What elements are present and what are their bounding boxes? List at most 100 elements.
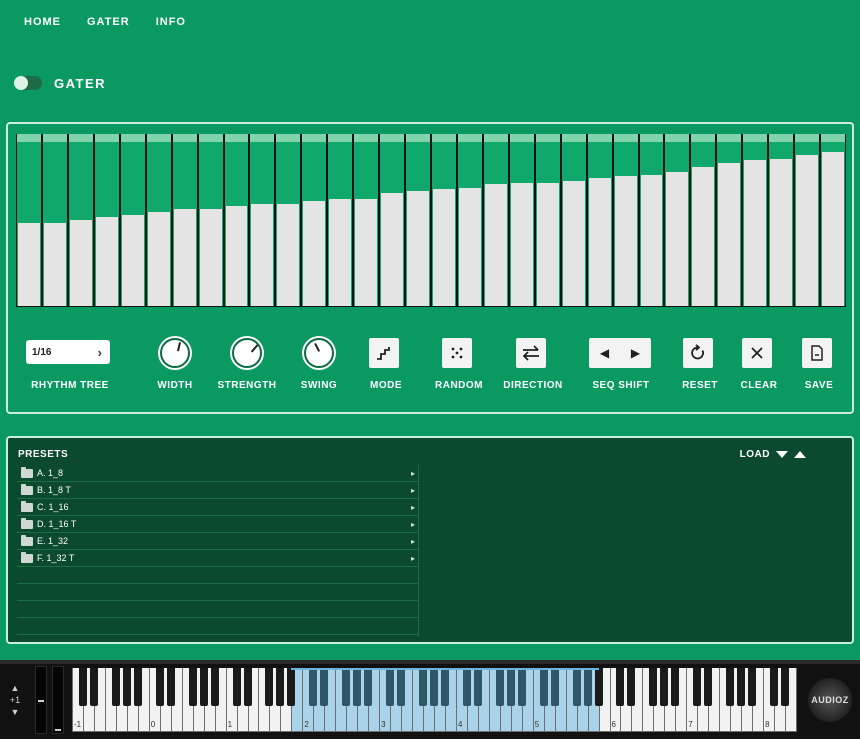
black-key[interactable] xyxy=(166,668,175,706)
black-key[interactable] xyxy=(89,668,98,706)
black-key[interactable] xyxy=(364,668,373,706)
black-key[interactable] xyxy=(594,668,603,706)
black-key[interactable] xyxy=(737,668,746,706)
black-key[interactable] xyxy=(78,668,87,706)
nav-home[interactable]: HOME xyxy=(24,16,61,28)
black-key[interactable] xyxy=(462,668,471,706)
nav-info[interactable]: INFO xyxy=(156,16,186,28)
black-key[interactable] xyxy=(649,668,658,706)
black-key[interactable] xyxy=(309,668,318,706)
black-key[interactable] xyxy=(781,668,790,706)
octave-down-icon[interactable]: ▼ xyxy=(4,706,26,718)
step-20[interactable] xyxy=(509,134,534,306)
black-key[interactable] xyxy=(583,668,592,706)
step-24[interactable] xyxy=(613,134,638,306)
black-key[interactable] xyxy=(188,668,197,706)
black-key[interactable] xyxy=(495,668,504,706)
preset-item[interactable]: B. 1_8 T ▸ xyxy=(17,482,419,499)
black-key[interactable] xyxy=(660,668,669,706)
step-5[interactable] xyxy=(120,134,145,306)
octave-up-icon[interactable]: ▲ xyxy=(4,682,26,694)
black-key[interactable] xyxy=(726,668,735,706)
black-key[interactable] xyxy=(386,668,395,706)
black-key[interactable] xyxy=(342,668,351,706)
preset-item[interactable]: E. 1_32 ▸ xyxy=(17,533,419,550)
black-key[interactable] xyxy=(539,668,548,706)
load-control[interactable]: LOAD xyxy=(740,449,806,460)
black-key[interactable] xyxy=(440,668,449,706)
triangle-up-icon[interactable] xyxy=(794,451,806,458)
preset-item[interactable]: D. 1_16 T ▸ xyxy=(17,516,419,533)
black-key[interactable] xyxy=(671,668,680,706)
black-key[interactable] xyxy=(210,668,219,706)
black-key[interactable] xyxy=(616,668,625,706)
step-4[interactable] xyxy=(94,134,119,306)
step-29[interactable] xyxy=(743,134,768,306)
mode-button[interactable] xyxy=(369,338,399,368)
step-30[interactable] xyxy=(769,134,794,306)
nav-gater[interactable]: GATER xyxy=(87,16,130,28)
black-key[interactable] xyxy=(419,668,428,706)
step-11[interactable] xyxy=(276,134,301,306)
swing-knob[interactable] xyxy=(304,338,334,368)
black-key[interactable] xyxy=(287,668,296,706)
direction-button[interactable] xyxy=(516,338,546,368)
black-key[interactable] xyxy=(748,668,757,706)
black-key[interactable] xyxy=(232,668,241,706)
gater-toggle[interactable] xyxy=(14,76,42,90)
step-31[interactable] xyxy=(795,134,820,306)
black-key[interactable] xyxy=(397,668,406,706)
step-17[interactable] xyxy=(432,134,456,306)
black-key[interactable] xyxy=(693,668,702,706)
piano-keyboard[interactable]: -1 0 1 2 3 4 5 6 7 8 xyxy=(72,668,797,734)
step-28[interactable] xyxy=(717,134,742,306)
step-19[interactable] xyxy=(483,134,508,306)
step-15[interactable] xyxy=(380,134,405,306)
step-22[interactable] xyxy=(561,134,586,306)
black-key[interactable] xyxy=(430,668,438,706)
step-14[interactable] xyxy=(354,134,379,306)
black-key[interactable] xyxy=(550,668,559,706)
reset-button[interactable] xyxy=(683,338,713,368)
black-key[interactable] xyxy=(155,668,164,706)
random-button[interactable] xyxy=(442,338,472,368)
arrow-left-icon[interactable]: ◀ xyxy=(600,346,609,360)
black-key[interactable] xyxy=(320,668,329,706)
black-key[interactable] xyxy=(265,668,274,706)
step-25[interactable] xyxy=(639,134,664,306)
step-21[interactable] xyxy=(535,134,560,306)
black-key[interactable] xyxy=(506,668,515,706)
black-key[interactable] xyxy=(627,668,636,706)
step-3[interactable] xyxy=(68,134,93,306)
step-26[interactable] xyxy=(665,134,690,306)
black-key[interactable] xyxy=(243,668,252,706)
save-button[interactable] xyxy=(802,338,832,368)
black-key[interactable] xyxy=(276,668,285,706)
step-13[interactable] xyxy=(328,134,353,306)
pitch-wheel[interactable] xyxy=(35,666,47,734)
step-1[interactable] xyxy=(17,134,41,306)
step-23[interactable] xyxy=(587,134,612,306)
preset-item[interactable]: F. 1_32 T ▸ xyxy=(17,550,419,567)
preset-item[interactable]: A. 1_8 ▸ xyxy=(17,465,419,482)
rhythm-tree-select[interactable]: 1/16 › xyxy=(26,340,110,364)
black-key[interactable] xyxy=(133,668,142,706)
black-key[interactable] xyxy=(473,668,482,706)
step-7[interactable] xyxy=(172,134,197,306)
black-key[interactable] xyxy=(111,668,120,706)
preset-item[interactable]: C. 1_16 ▸ xyxy=(17,499,419,516)
black-key[interactable] xyxy=(199,668,208,706)
octave-shift-control[interactable]: ▲ +1 ▼ xyxy=(4,682,26,718)
step-10[interactable] xyxy=(250,134,275,306)
mod-wheel[interactable] xyxy=(52,666,64,734)
step-8[interactable] xyxy=(198,134,223,306)
step-6[interactable] xyxy=(146,134,171,306)
step-27[interactable] xyxy=(691,134,716,306)
triangle-down-icon[interactable] xyxy=(776,451,788,458)
strength-knob[interactable] xyxy=(232,338,262,368)
width-knob[interactable] xyxy=(160,338,190,368)
step-2[interactable] xyxy=(42,134,67,306)
step-grid[interactable] xyxy=(16,134,846,307)
step-18[interactable] xyxy=(457,134,482,306)
arrow-right-icon[interactable]: ▶ xyxy=(631,346,640,360)
